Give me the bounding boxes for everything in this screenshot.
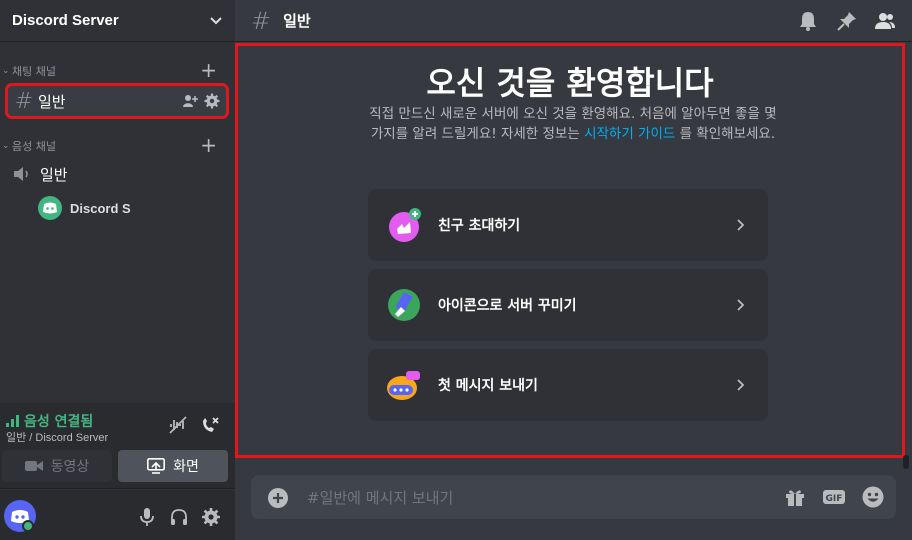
chevron-right-icon	[737, 299, 745, 311]
welcome-description: 직접 만드신 새로운 서버에 오신 것을 환영해요. 처음에 알아두면 좋을 몇…	[368, 104, 778, 144]
getting-started-guide-link[interactable]: 시작하기 가이드	[584, 126, 675, 142]
caret-down-icon: ⌄	[2, 66, 10, 76]
video-button[interactable]: 동영상	[2, 450, 112, 482]
gear-icon[interactable]	[204, 93, 220, 109]
video-button-label: 동영상	[50, 459, 90, 475]
voice-connection-panel: 음성 연결됨 일반 / Discord Server 동영상 화면	[0, 403, 235, 489]
channel-name: 일반	[40, 165, 68, 184]
gif-icon[interactable]: GIF	[822, 485, 846, 509]
message-input-placeholder[interactable]: #일반에 메시지 보내기	[307, 487, 453, 508]
caret-down-icon: ⌄	[2, 141, 10, 151]
card-label: 친구 초대하기	[438, 218, 521, 234]
voice-user-item[interactable]: Discord S	[38, 196, 131, 220]
pin-icon[interactable]	[836, 10, 858, 32]
invite-friends-icon	[389, 208, 421, 242]
voice-status-text: 음성 연결됨	[24, 414, 94, 430]
invite-member-icon[interactable]	[182, 93, 198, 109]
speaker-icon	[14, 167, 28, 181]
online-status-indicator	[22, 520, 34, 532]
voice-status[interactable]: 음성 연결됨	[6, 411, 93, 431]
bell-icon[interactable]	[797, 10, 819, 32]
hashtag-icon: #	[251, 6, 272, 35]
category-voice-channels[interactable]: ⌄ 음성 채널 +	[0, 135, 235, 156]
voice-location[interactable]: 일반 / Discord Server	[6, 429, 108, 445]
emoji-icon[interactable]	[861, 485, 885, 509]
microphone-icon[interactable]	[137, 507, 157, 527]
card-label: 아이콘으로 서버 꾸미기	[438, 298, 577, 314]
member-list-icon[interactable]	[874, 10, 896, 32]
welcome-title: 오신 것을 환영합니다	[426, 64, 714, 102]
send-message-icon	[387, 371, 420, 400]
welcome-section: 오신 것을 환영합니다 직접 만드신 새로운 서버에 오신 것을 환영해요. 처…	[235, 43, 905, 458]
personalize-server-card[interactable]: 아이콘으로 서버 꾸미기	[368, 269, 768, 341]
server-name: Discord Server	[12, 12, 119, 29]
noise-suppression-icon[interactable]	[168, 415, 188, 435]
svg-text:GIF: GIF	[826, 494, 843, 504]
channel-item-general[interactable]: # 일반	[5, 83, 229, 119]
camera-icon	[24, 461, 43, 471]
chevron-right-icon	[737, 219, 745, 231]
invite-friends-card[interactable]: 친구 초대하기	[368, 189, 768, 261]
avatar	[38, 196, 62, 220]
message-composer[interactable]: #일반에 메시지 보내기 GIF	[251, 475, 896, 519]
category-text-channels[interactable]: ⌄ 채팅 채널 +	[0, 60, 235, 81]
create-channel-icon[interactable]: +	[200, 60, 217, 80]
channel-title: 일반	[283, 12, 311, 30]
discord-logo-icon	[43, 202, 57, 214]
gift-icon[interactable]	[783, 485, 807, 509]
user-settings-icon[interactable]	[201, 507, 221, 527]
headphones-icon[interactable]	[169, 507, 189, 527]
server-header[interactable]: Discord Server	[0, 0, 235, 42]
voice-user-name: Discord S	[70, 200, 131, 216]
signal-bars-icon	[6, 415, 19, 427]
disconnect-icon[interactable]	[200, 415, 220, 435]
create-channel-icon[interactable]: +	[200, 135, 217, 155]
user-panel	[0, 490, 235, 540]
card-label: 첫 메시지 보내기	[438, 378, 538, 394]
chevron-right-icon	[737, 379, 745, 391]
add-attachment-icon[interactable]	[267, 487, 289, 509]
channel-name: 일반	[38, 92, 66, 111]
hashtag-icon: #	[14, 88, 34, 114]
send-first-message-card[interactable]: 첫 메시지 보내기	[368, 349, 768, 421]
channel-sidebar: Discord Server ⌄ 채팅 채널 + # 일반 ⌄ 음성 채널 + …	[0, 0, 235, 540]
personalize-server-icon	[388, 289, 420, 321]
screen-share-icon	[147, 458, 166, 474]
chevron-down-icon[interactable]	[209, 14, 223, 28]
scrollbar-thumb[interactable]	[903, 455, 909, 469]
channel-header: # 일반	[235, 0, 912, 42]
voice-channel-item-general[interactable]: 일반	[8, 159, 226, 189]
screen-share-label: 화면	[173, 459, 199, 475]
screen-share-button[interactable]: 화면	[118, 450, 228, 482]
welcome-description-suffix: 를 확인해보세요.	[679, 126, 776, 142]
